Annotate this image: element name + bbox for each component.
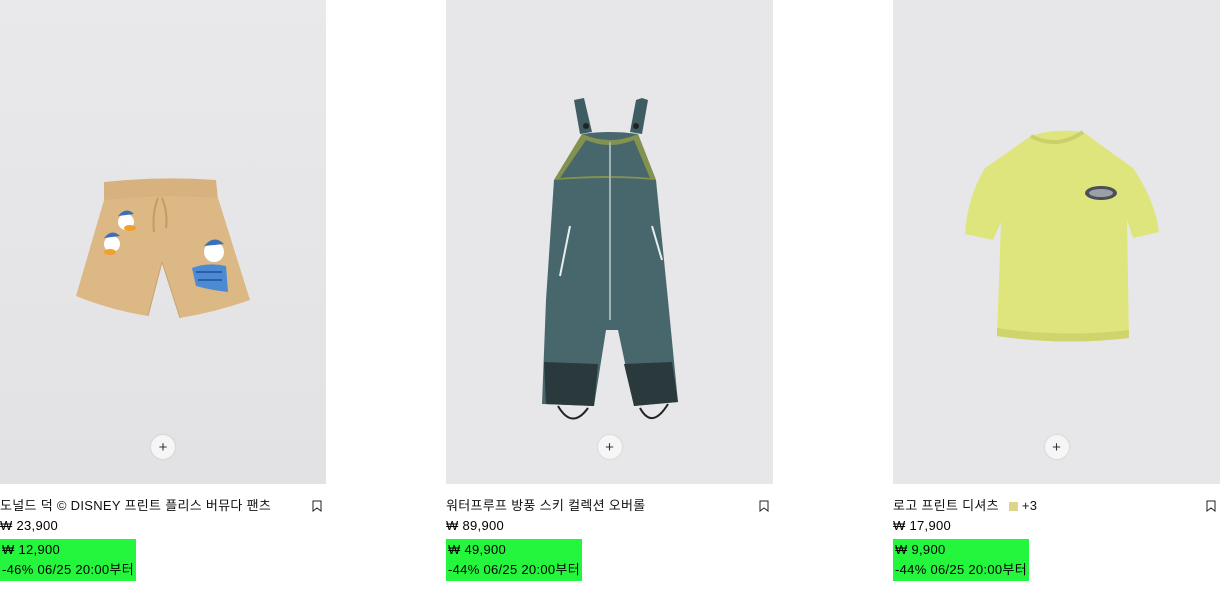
sale-price: ₩ 9,900 — [895, 542, 946, 557]
discount-label: -46% 06/25 20:00부터 — [2, 562, 134, 577]
product-info: 워터프루프 방풍 스키 컬렉션 오버롤 ₩ 89,900 ₩ 49,900 -4… — [446, 484, 773, 581]
product-title[interactable]: 로고 프린트 디셔츠 — [893, 496, 999, 516]
quick-add-button[interactable]: + — [1044, 435, 1069, 459]
plus-icon: + — [1052, 438, 1061, 456]
product-card[interactable]: + 워터프루프 방풍 스키 컬렉션 오버롤 ₩ 89,900 ₩ 49,900 … — [446, 0, 773, 581]
color-swatch[interactable] — [1008, 501, 1018, 511]
sale-box: ₩ 9,900 -44% 06/25 20:00부터 — [893, 539, 1029, 581]
plus-icon: + — [605, 438, 614, 456]
sale-box: ₩ 12,900 -46% 06/25 20:00부터 — [0, 539, 136, 581]
sale-price: ₩ 12,900 — [2, 542, 61, 557]
product-image[interactable]: + — [446, 0, 773, 484]
product-title[interactable]: 워터프루프 방풍 스키 컬렉션 오버롤 — [446, 496, 646, 516]
more-colors-count[interactable]: +3 — [1022, 496, 1037, 516]
product-title-row: 로고 프린트 디셔츠 +3 — [893, 496, 1220, 516]
tshirt-image — [893, 0, 1220, 484]
sale-box: ₩ 49,900 -44% 06/25 20:00부터 — [446, 539, 582, 581]
sale-price: ₩ 49,900 — [448, 542, 507, 557]
quick-add-button[interactable]: + — [597, 435, 622, 459]
discount-label: -44% 06/25 20:00부터 — [448, 562, 580, 577]
discount-label: -44% 06/25 20:00부터 — [895, 562, 1027, 577]
product-info: 도널드 덕 © DISNEY 프린트 플리스 버뮤다 팬츠 ₩ 23,900 ₩… — [0, 484, 326, 581]
ski-overalls-image — [446, 0, 773, 484]
product-card[interactable]: + 로고 프린트 디셔츠 +3 ₩ 17,900 ₩ 9,900 -44% 06… — [893, 0, 1220, 581]
product-title[interactable]: 도널드 덕 © DISNEY 프린트 플리스 버뮤다 팬츠 — [0, 496, 271, 516]
bookmark-icon[interactable] — [759, 500, 769, 512]
product-card[interactable]: + 도널드 덕 © DISNEY 프린트 플리스 버뮤다 팬츠 ₩ 23,900… — [0, 0, 326, 581]
bookmark-icon[interactable] — [1206, 500, 1216, 512]
product-title-row: 도널드 덕 © DISNEY 프린트 플리스 버뮤다 팬츠 — [0, 496, 326, 516]
product-title-row: 워터프루프 방풍 스키 컬렉션 오버롤 — [446, 496, 773, 516]
bermuda-shorts-image — [0, 0, 326, 484]
product-image[interactable]: + — [893, 0, 1220, 484]
product-info: 로고 프린트 디셔츠 +3 ₩ 17,900 ₩ 9,900 -44% 06/2… — [893, 484, 1220, 581]
bookmark-icon[interactable] — [312, 500, 322, 512]
original-price: ₩ 89,900 — [446, 518, 505, 533]
original-price: ₩ 23,900 — [0, 518, 59, 533]
quick-add-button[interactable]: + — [151, 435, 175, 459]
product-image[interactable]: + — [0, 0, 326, 484]
product-grid: + 도널드 덕 © DISNEY 프린트 플리스 버뮤다 팬츠 ₩ 23,900… — [0, 0, 1221, 590]
plus-icon: + — [158, 438, 168, 456]
original-price: ₩ 17,900 — [893, 518, 952, 533]
